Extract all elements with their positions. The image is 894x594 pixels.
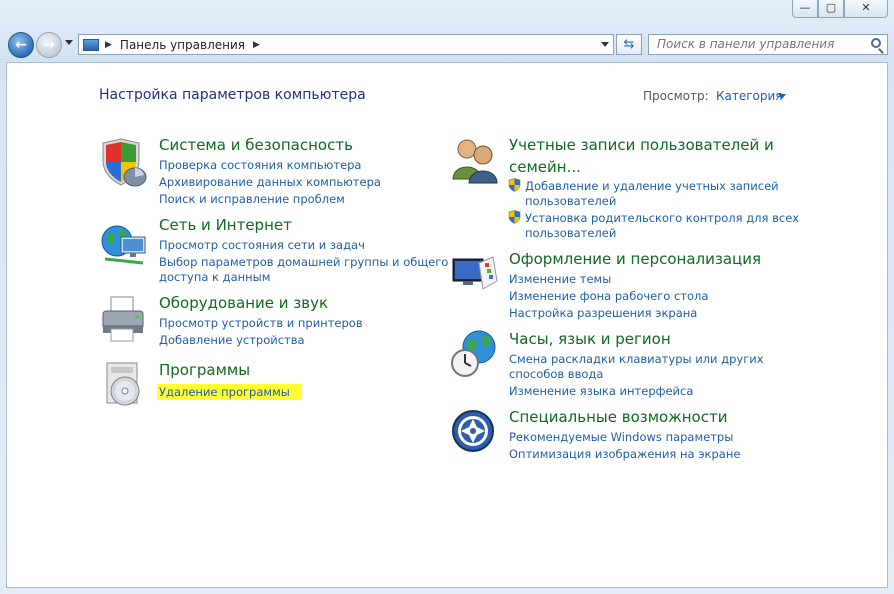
link-homegroup-sharing-cont[interactable]: доступа к данным — [159, 269, 270, 285]
users-icon[interactable] — [449, 135, 501, 187]
breadcrumb-control-panel[interactable]: Панель управления — [120, 38, 245, 52]
search-icon[interactable] — [871, 38, 881, 48]
accessibility-icon[interactable] — [451, 409, 503, 461]
window-controls: — ▢ ✕ — [792, 0, 888, 18]
maximize-button[interactable]: ▢ — [818, 0, 844, 18]
forward-arrow-icon: → — [43, 37, 55, 53]
control-panel-icon — [83, 38, 99, 51]
link-adjust-screen-resolution[interactable]: Настройка разрешения экрана — [509, 305, 697, 321]
clock-globe-icon[interactable] — [449, 329, 501, 381]
link-change-desktop-background[interactable]: Изменение фона рабочего стола — [509, 288, 708, 304]
link-change-keyboards[interactable]: Смена раскладки клавиатуры или других — [509, 351, 764, 367]
recent-pages-dropdown-icon[interactable] — [65, 40, 73, 45]
category-clock-language-title[interactable]: Часы, язык и регион — [509, 329, 671, 350]
shield-icon[interactable] — [99, 137, 151, 189]
link-change-keyboards-cont[interactable]: способов ввода — [509, 366, 603, 382]
link-uninstall-program[interactable]: Удаление программы — [157, 384, 302, 400]
link-view-devices-printers[interactable]: Просмотр устройств и принтеров — [159, 315, 363, 331]
uac-shield-icon — [508, 210, 521, 224]
category-user-accounts-title[interactable]: Учетные записи пользователей и — [509, 135, 774, 156]
link-parental-controls[interactable]: Установка родительского контроля для все… — [525, 210, 799, 226]
link-add-remove-accounts[interactable]: Добавление и удаление учетных записей — [525, 178, 779, 194]
link-recommended-settings[interactable]: Рекомендуемые Windows параметры — [509, 429, 733, 445]
window-chrome: — ▢ ✕ ← → ▶ Панель управления ▶ ⇆ Поиск … — [0, 0, 894, 60]
link-check-computer-status[interactable]: Проверка состояния компьютера — [159, 157, 361, 173]
address-bar[interactable]: ▶ Панель управления ▶ — [78, 34, 614, 55]
monitor-palette-icon[interactable] — [449, 251, 501, 303]
minimize-button[interactable]: — — [792, 0, 818, 18]
globe-network-icon[interactable] — [99, 219, 151, 271]
link-change-theme[interactable]: Изменение темы — [509, 271, 611, 287]
link-homegroup-sharing[interactable]: Выбор параметров домашней группы и общег… — [159, 254, 448, 270]
category-programs-title[interactable]: Программы — [159, 360, 250, 381]
navigation-bar: ← → ▶ Панель управления ▶ ⇆ Поиск в пане… — [8, 32, 888, 58]
printer-icon[interactable] — [99, 295, 151, 347]
view-by-label: Просмотр: — [643, 89, 709, 103]
link-troubleshoot[interactable]: Поиск и исправление проблем — [159, 191, 345, 207]
category-system-security-title[interactable]: Система и безопасность — [159, 135, 353, 156]
forward-button[interactable]: → — [36, 32, 62, 58]
address-dropdown-icon[interactable] — [601, 42, 609, 47]
view-by-dropdown[interactable]: Категория — [716, 89, 783, 103]
category-hardware-sound-title[interactable]: Оборудование и звук — [159, 293, 328, 314]
link-add-device[interactable]: Добавление устройства — [159, 332, 305, 348]
category-appearance-title[interactable]: Оформление и персонализация — [509, 249, 761, 270]
breadcrumb-arrow-icon[interactable]: ▶ — [253, 40, 260, 50]
chevron-down-icon[interactable] — [778, 94, 786, 99]
link-view-network-status[interactable]: Просмотр состояния сети и задач — [159, 237, 365, 253]
close-button[interactable]: ✕ — [844, 0, 888, 18]
refresh-button[interactable]: ⇆ — [616, 34, 642, 55]
link-optimize-display[interactable]: Оптимизация изображения на экране — [509, 446, 740, 462]
back-button[interactable]: ← — [8, 32, 34, 58]
page-title: Настройка параметров компьютера — [99, 87, 366, 103]
category-ease-of-access-title[interactable]: Специальные возможности — [509, 407, 727, 428]
link-backup-computer[interactable]: Архивирование данных компьютера — [159, 174, 381, 190]
uac-shield-icon — [508, 178, 521, 192]
category-user-accounts-title-cont[interactable]: семейн... — [509, 157, 581, 178]
search-input[interactable]: Поиск в панели управления — [648, 34, 888, 55]
refresh-icon: ⇆ — [623, 37, 635, 52]
link-parental-controls-cont[interactable]: пользователей — [525, 225, 616, 241]
search-placeholder: Поиск в панели управления — [657, 37, 835, 51]
back-arrow-icon: ← — [15, 37, 27, 53]
category-network-internet-title[interactable]: Сеть и Интернет — [159, 215, 292, 236]
breadcrumb-arrow-icon[interactable]: ▶ — [105, 40, 112, 50]
programs-disc-icon[interactable] — [101, 361, 153, 413]
link-add-remove-accounts-cont[interactable]: пользователей — [525, 193, 616, 209]
content-area: Настройка параметров компьютера Просмотр… — [6, 62, 888, 588]
link-change-display-language[interactable]: Изменение языка интерфейса — [509, 383, 693, 399]
